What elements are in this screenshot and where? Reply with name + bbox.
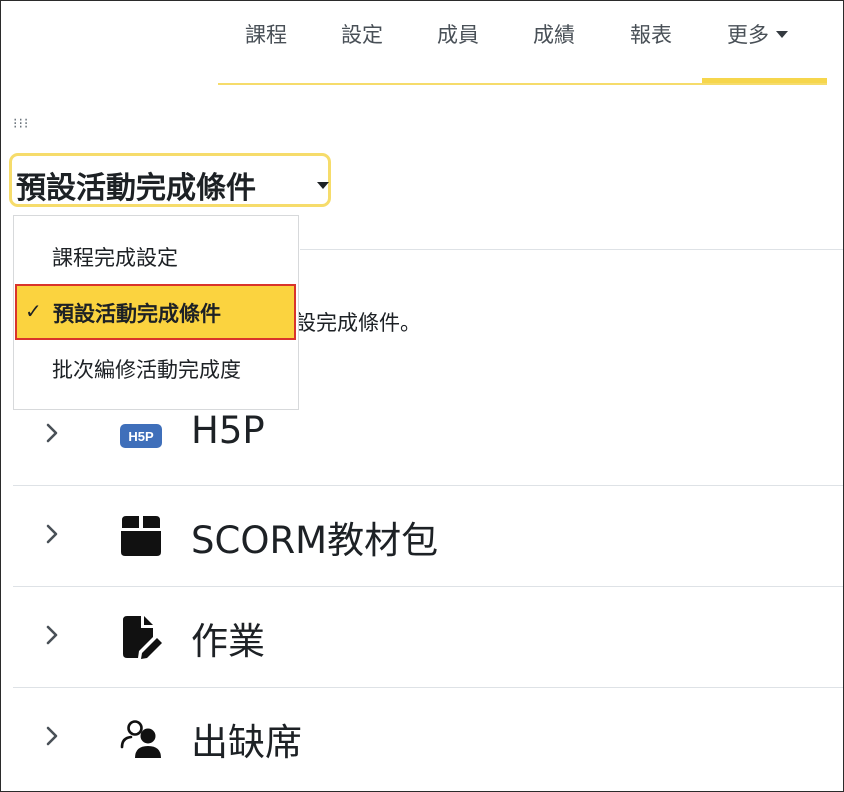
active-tab-underline bbox=[702, 78, 827, 83]
file-pen-icon bbox=[123, 616, 162, 659]
module-row-scorm[interactable]: SCORM教材包 bbox=[13, 486, 843, 587]
people-icon bbox=[120, 720, 161, 758]
menu-item-course-completion[interactable]: 課程完成設定 bbox=[14, 228, 298, 284]
check-icon: ✓ bbox=[25, 299, 42, 323]
module-row-assignment[interactable]: 作業 bbox=[13, 587, 843, 688]
divider bbox=[300, 249, 843, 250]
menu-item-default-activity-completion[interactable]: ✓ 預設活動完成條件 bbox=[15, 284, 296, 340]
tab-grades[interactable]: 成績 bbox=[533, 19, 575, 49]
tab-course[interactable]: 課程 bbox=[245, 19, 287, 49]
box-icon bbox=[121, 516, 161, 556]
caret-down-icon bbox=[317, 182, 329, 189]
caret-down-icon bbox=[776, 30, 788, 38]
menu-item-label: 批次編修活動完成度 bbox=[52, 358, 241, 382]
module-name: 作業 bbox=[191, 620, 265, 663]
menu-item-label: 課程完成設定 bbox=[52, 246, 178, 270]
svg-text:H5P: H5P bbox=[128, 429, 154, 444]
tab-more[interactable]: 更多 bbox=[727, 19, 788, 49]
tab-more-label: 更多 bbox=[727, 23, 769, 47]
page: 課程 設定 成員 成績 報表 更多 ⁝⁝⁝ 預設活動完成條件 設完成條件。 課程… bbox=[0, 0, 844, 792]
module-name: 出缺席 bbox=[191, 721, 302, 764]
chevron-right-icon bbox=[46, 524, 58, 544]
tab-settings[interactable]: 設定 bbox=[341, 19, 383, 49]
chevron-right-icon bbox=[46, 423, 58, 443]
menu-item-label: 預設活動完成條件 bbox=[53, 302, 221, 326]
drag-handle-icon: ⁝⁝⁝ bbox=[13, 116, 30, 132]
module-name: H5P bbox=[191, 409, 265, 452]
completion-page-selector[interactable]: 預設活動完成條件 bbox=[9, 153, 331, 207]
tab-participants[interactable]: 成員 bbox=[437, 19, 479, 49]
menu-item-bulk-edit-completion[interactable]: 批次編修活動完成度 bbox=[14, 340, 298, 396]
h5p-icon: H5P bbox=[120, 424, 162, 448]
course-top-nav: 課程 設定 成員 成績 報表 更多 bbox=[218, 1, 827, 85]
module-row-attendance[interactable]: 出缺席 bbox=[13, 688, 843, 788]
tab-reports[interactable]: 報表 bbox=[630, 19, 672, 49]
chevron-right-icon bbox=[46, 625, 58, 645]
selector-dropdown-menu: 課程完成設定 ✓ 預設活動完成條件 批次編修活動完成度 bbox=[13, 215, 299, 410]
description-text: 設完成條件。 bbox=[295, 311, 421, 335]
selector-current-label: 預設活動完成條件 bbox=[16, 171, 256, 206]
module-name: SCORM教材包 bbox=[191, 519, 439, 562]
chevron-right-icon bbox=[46, 726, 58, 746]
